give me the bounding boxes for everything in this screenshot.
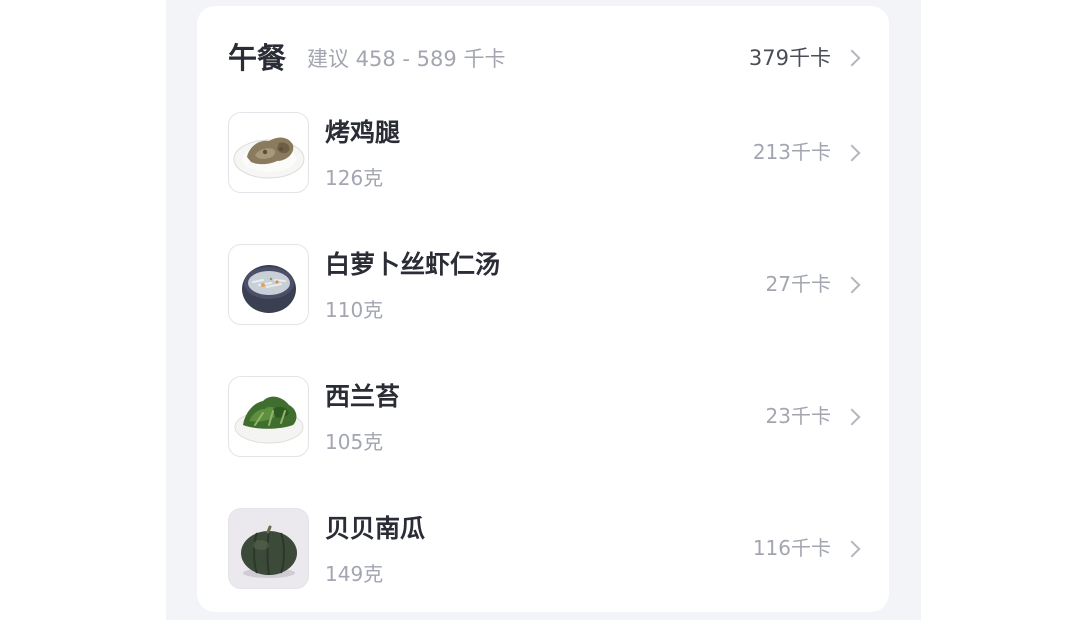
food-name: 西兰苔 (325, 382, 401, 411)
food-item[interactable]: 西兰苔 105克 23千卡 (197, 372, 889, 504)
chevron-right-icon (843, 408, 861, 426)
meal-suggested-range: 建议 458 - 589 千卡 (307, 47, 506, 71)
food-item[interactable]: 白萝卜丝虾仁汤 110克 27千卡 (197, 240, 889, 372)
food-item[interactable]: 烤鸡腿 126克 213千卡 (197, 108, 889, 240)
chevron-right-icon (843, 540, 861, 558)
food-calories: 116千卡 (752, 536, 831, 560)
food-calories: 23千卡 (765, 404, 831, 428)
pumpkin-photo (228, 508, 309, 589)
chevron-right-icon (843, 276, 861, 294)
food-name: 白萝卜丝虾仁汤 (325, 250, 501, 279)
broccolini-photo (228, 376, 309, 457)
meal-total-calories: 379千卡 (748, 46, 831, 70)
food-item[interactable]: 贝贝南瓜 149克 116千卡 (197, 504, 889, 620)
food-name: 贝贝南瓜 (325, 514, 426, 543)
chevron-right-icon (843, 144, 861, 162)
chevron-right-icon (843, 49, 861, 67)
page: 午餐 建议 458 - 589 千卡 379千卡 烤鸡腿 126克 213千卡 … (0, 0, 1080, 620)
food-list: 烤鸡腿 126克 213千卡 白萝卜丝虾仁汤 110克 27千卡 西兰苔 105… (197, 108, 889, 620)
radish-shrimp-soup-photo (228, 244, 309, 325)
food-weight: 126克 (325, 166, 384, 190)
food-weight: 149克 (325, 562, 384, 586)
food-calories: 213千卡 (752, 140, 831, 164)
meal-title: 午餐 (228, 41, 287, 75)
food-calories: 27千卡 (765, 272, 831, 296)
food-name: 烤鸡腿 (325, 118, 401, 147)
meal-header[interactable]: 午餐 建议 458 - 589 千卡 379千卡 (197, 6, 889, 108)
roast-chicken-leg-photo (228, 112, 309, 193)
food-weight: 105克 (325, 430, 384, 454)
meal-card-lunch: 午餐 建议 458 - 589 千卡 379千卡 烤鸡腿 126克 213千卡 … (197, 6, 889, 612)
food-weight: 110克 (325, 298, 384, 322)
